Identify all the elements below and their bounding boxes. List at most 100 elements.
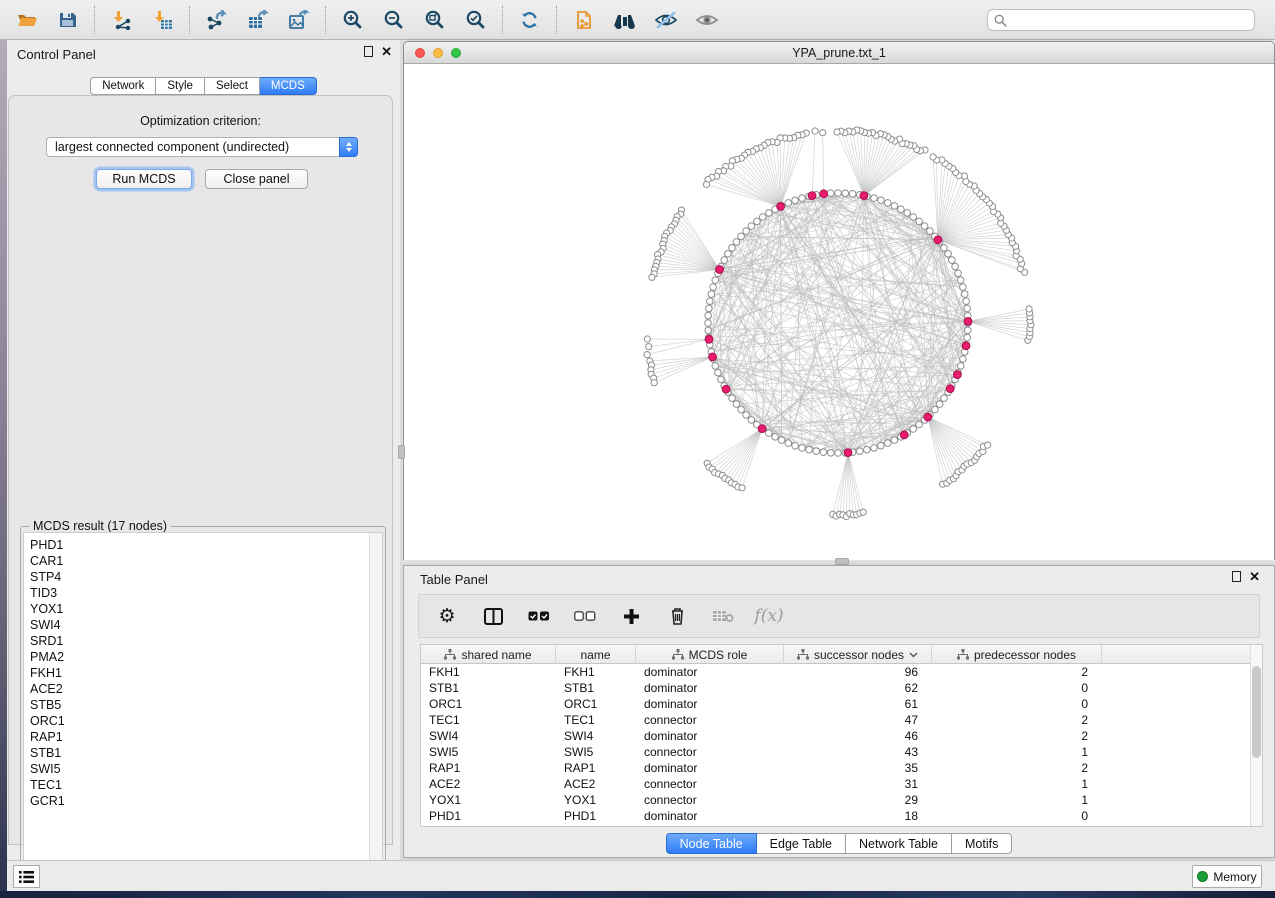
zoom-fit-button[interactable]	[414, 3, 455, 37]
mcds-result-item[interactable]: PMA2	[24, 649, 382, 665]
import-network-button[interactable]	[101, 3, 142, 37]
open-session-button[interactable]	[6, 3, 47, 37]
column-header-shared-name[interactable]: shared name	[421, 645, 556, 664]
tab-network[interactable]: Network	[90, 77, 156, 95]
mcds-result-item[interactable]: YOX1	[24, 601, 382, 617]
table-row[interactable]: PHD1PHD1dominator180	[421, 808, 1262, 824]
table-row[interactable]: SWI5SWI5connector431	[421, 744, 1262, 760]
table-cell: connector	[636, 776, 784, 792]
table-settings-button[interactable]: ⚙	[435, 603, 459, 629]
mcds-result-item[interactable]: TEC1	[24, 777, 382, 793]
column-visibility-button[interactable]	[481, 603, 505, 629]
zoom-in-icon	[342, 9, 363, 30]
column-header-MCDS-role[interactable]: MCDS role	[636, 645, 784, 664]
memory-button[interactable]: Memory	[1192, 865, 1262, 888]
toolbar-separator	[94, 6, 95, 34]
network-from-document-button[interactable]	[563, 3, 604, 37]
table-cell: 96	[784, 664, 932, 680]
mcds-result-item[interactable]: ORC1	[24, 713, 382, 729]
hide-selected-button[interactable]	[645, 3, 686, 37]
delete-columns-button[interactable]	[665, 603, 689, 629]
zoom-in-button[interactable]	[332, 3, 373, 37]
attribute-icon	[957, 649, 969, 660]
vertical-splitter-handle[interactable]	[398, 445, 405, 459]
table-row[interactable]: FKH1FKH1dominator962	[421, 664, 1262, 680]
mcds-result-item[interactable]: STP4	[24, 569, 382, 585]
function-builder-button[interactable]: f(x)	[757, 603, 781, 629]
column-header-predecessor-nodes[interactable]: predecessor nodes	[932, 645, 1102, 664]
network-window-titlebar[interactable]: YPA_prune.txt_1	[404, 42, 1274, 64]
table-scrollbar-thumb[interactable]	[1252, 666, 1261, 758]
network-canvas[interactable]	[404, 64, 1274, 560]
mcds-result-item[interactable]: TID3	[24, 585, 382, 601]
mcds-result-item[interactable]: STB5	[24, 697, 382, 713]
tab-edge-table[interactable]: Edge Table	[757, 833, 846, 854]
tab-mcds[interactable]: MCDS	[260, 77, 317, 95]
optimization-criterion-label: Optimization criterion:	[9, 114, 392, 128]
add-column-button[interactable]	[619, 603, 643, 629]
horizontal-splitter-handle[interactable]	[835, 558, 849, 565]
close-panel-button[interactable]: Close panel	[205, 169, 308, 189]
mcds-result-item[interactable]: CAR1	[24, 553, 382, 569]
mcds-result-item[interactable]: ACE2	[24, 681, 382, 697]
mcds-result-item[interactable]: RAP1	[24, 729, 382, 745]
network-graph[interactable]	[404, 64, 1274, 560]
save-session-button[interactable]	[47, 3, 88, 37]
table-row[interactable]: ACE2ACE2connector311	[421, 776, 1262, 792]
vertical-splitter[interactable]	[400, 41, 403, 860]
table-row[interactable]: YOX1YOX1connector291	[421, 792, 1262, 808]
tab-motifs[interactable]: Motifs	[952, 833, 1012, 854]
table-row[interactable]: ORC1ORC1dominator610	[421, 696, 1262, 712]
tab-style[interactable]: Style	[156, 77, 205, 95]
table-scrollbar[interactable]	[1250, 645, 1262, 826]
mcds-result-item[interactable]: STB1	[24, 745, 382, 761]
select-all-rows-button[interactable]	[527, 603, 551, 629]
table-row[interactable]: STB1STB1dominator620	[421, 680, 1262, 696]
zoom-out-button[interactable]	[373, 3, 414, 37]
search-box[interactable]	[987, 9, 1255, 31]
window-minimize-icon[interactable]	[433, 48, 443, 58]
table-row[interactable]: RAP1RAP1dominator352	[421, 760, 1262, 776]
close-panel-icon[interactable]: ✕	[1249, 571, 1260, 582]
mcds-result-item[interactable]: PHD1	[24, 537, 382, 553]
export-network-button[interactable]	[196, 3, 237, 37]
fx-icon: f(x)	[754, 606, 783, 626]
column-label: shared name	[461, 648, 531, 662]
export-table-button[interactable]	[237, 3, 278, 37]
float-panel-icon[interactable]	[364, 46, 373, 57]
toolbar-separator	[189, 6, 190, 34]
export-image-button[interactable]	[278, 3, 319, 37]
tab-node-table[interactable]: Node Table	[666, 833, 757, 854]
window-zoom-icon[interactable]	[451, 48, 461, 58]
clear-table-button[interactable]	[711, 603, 735, 629]
zoom-selected-button[interactable]	[455, 3, 496, 37]
optimization-criterion-dropdown[interactable]: largest connected component (undirected)	[46, 137, 358, 157]
tab-network-table[interactable]: Network Table	[846, 833, 952, 854]
float-panel-icon[interactable]	[1232, 571, 1241, 582]
mcds-result-item[interactable]: FKH1	[24, 665, 382, 681]
mcds-list-scrollbar[interactable]	[369, 533, 382, 890]
show-panels-button[interactable]	[13, 865, 40, 888]
window-close-icon[interactable]	[415, 48, 425, 58]
export-network-icon	[206, 10, 228, 30]
mcds-result-item[interactable]: SRD1	[24, 633, 382, 649]
refresh-layout-button[interactable]	[509, 3, 550, 37]
tab-select[interactable]: Select	[205, 77, 260, 95]
table-cell: TEC1	[421, 712, 556, 728]
close-panel-icon[interactable]: ✕	[381, 46, 392, 57]
column-header-successor-nodes[interactable]: successor nodes	[784, 645, 932, 664]
node-table-header-row: shared name nameMCDS rolesuccessor nodesp…	[421, 645, 1262, 664]
run-mcds-button[interactable]: Run MCDS	[96, 169, 192, 189]
mcds-result-item[interactable]: GCR1	[24, 793, 382, 809]
show-all-button[interactable]	[686, 3, 727, 37]
table-cell: 62	[784, 680, 932, 696]
mcds-result-item[interactable]: SWI5	[24, 761, 382, 777]
mcds-result-item[interactable]: SWI4	[24, 617, 382, 633]
column-header-name[interactable]: name	[556, 645, 636, 664]
table-row[interactable]: SWI4SWI4dominator462	[421, 728, 1262, 744]
import-table-button[interactable]	[142, 3, 183, 37]
binoculars-search-button[interactable]	[604, 3, 645, 37]
table-row[interactable]: TEC1TEC1connector472	[421, 712, 1262, 728]
search-input[interactable]	[1012, 13, 1248, 27]
deselect-all-rows-button[interactable]	[573, 603, 597, 629]
